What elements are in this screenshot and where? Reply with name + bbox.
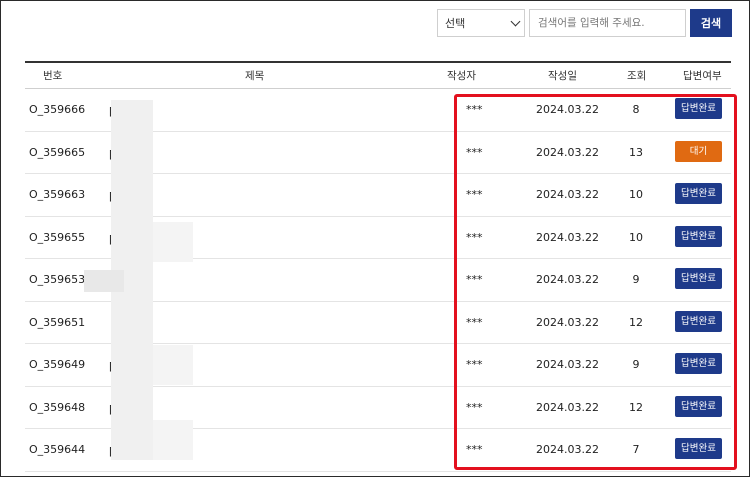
header-views: 조회	[627, 70, 647, 82]
status-badge: 답변완료	[675, 183, 722, 204]
post-date: 2024.03.22	[536, 315, 599, 329]
redaction-blur	[153, 222, 193, 262]
table-header: 번호 제목 작성자 작성일 조회 답변여부	[25, 61, 731, 89]
post-writer: ***	[466, 103, 483, 116]
redaction-blur	[84, 270, 124, 292]
post-views: 10	[629, 188, 643, 201]
status-badge: 답변완료	[675, 395, 722, 417]
post-number: O_359653	[29, 273, 86, 286]
search-button[interactable]: 검색	[690, 9, 732, 37]
post-date: 2024.03.22	[536, 103, 599, 116]
header-answer-status: 답변여부	[683, 70, 722, 82]
post-date: 2024.03.22	[536, 358, 599, 371]
post-views: 9	[632, 273, 640, 286]
search-input[interactable]	[529, 9, 686, 37]
post-views: 7	[632, 443, 640, 456]
answer-status-cell: 답변완료	[675, 310, 722, 332]
status-badge: 대기	[675, 140, 722, 162]
post-number: O_359649	[29, 358, 86, 371]
post-writer: ***	[466, 400, 483, 414]
post-date: 2024.03.22	[536, 230, 599, 244]
post-writer: ***	[466, 230, 483, 244]
header-writer: 작성자	[447, 70, 476, 82]
post-writer: ***	[466, 145, 483, 159]
redaction-blur	[153, 420, 193, 460]
post-views: 12	[629, 315, 643, 329]
post-views: 13	[629, 145, 643, 159]
post-views: 12	[629, 400, 643, 414]
post-writer: ***	[466, 315, 483, 329]
header-number: 번호	[43, 70, 63, 82]
post-views: 8	[632, 103, 640, 116]
post-number: O_359663	[29, 188, 86, 201]
post-writer: ***	[466, 273, 483, 286]
post-number: O_359665	[29, 145, 86, 159]
post-number: O_359655	[29, 230, 86, 244]
status-badge: 답변완료	[675, 438, 722, 459]
answer-status-cell: 대기	[675, 140, 722, 162]
post-date: 2024.03.22	[536, 443, 599, 456]
chevron-down-icon	[510, 16, 521, 26]
header-date: 작성일	[548, 70, 577, 82]
answer-status-cell: 답변완료	[675, 438, 722, 459]
status-badge: 답변완료	[675, 225, 722, 247]
answer-status-cell: 답변완료	[675, 395, 722, 417]
answer-status-cell: 답변완료	[675, 183, 722, 204]
post-views: 10	[629, 230, 643, 244]
post-date: 2024.03.22	[536, 400, 599, 414]
post-date: 2024.03.22	[536, 273, 599, 286]
post-number: O_359644	[29, 443, 86, 456]
answer-status-cell: 답변완료	[675, 353, 722, 374]
post-number: O_359666	[29, 103, 86, 116]
search-bar: 선택 검색	[437, 9, 732, 37]
post-writer: ***	[466, 443, 483, 456]
post-number: O_359651	[29, 315, 86, 329]
header-title: 제목	[245, 70, 265, 82]
answer-status-cell: 답변완료	[675, 268, 722, 289]
status-badge: 답변완료	[675, 310, 722, 332]
post-writer: ***	[466, 188, 483, 201]
post-date: 2024.03.22	[536, 145, 599, 159]
status-badge: 답변완료	[675, 353, 722, 374]
status-badge: 답변완료	[675, 268, 722, 289]
post-number: O_359648	[29, 400, 86, 414]
status-badge: 답변완료	[675, 98, 722, 119]
post-date: 2024.03.22	[536, 188, 599, 201]
answer-status-cell: 답변완료	[675, 98, 722, 119]
post-writer: ***	[466, 358, 483, 371]
search-category-select[interactable]: 선택	[437, 9, 525, 37]
post-views: 9	[632, 358, 640, 371]
redaction-blur	[153, 345, 193, 385]
answer-status-cell: 답변완료	[675, 225, 722, 247]
select-value: 선택	[445, 17, 466, 30]
